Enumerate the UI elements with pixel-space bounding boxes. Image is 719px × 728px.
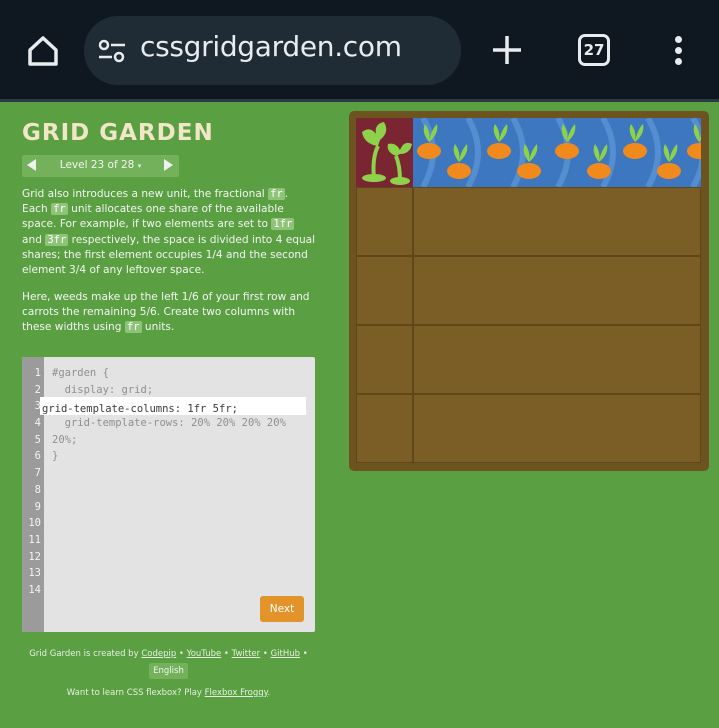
- language-selector[interactable]: English: [149, 663, 188, 679]
- soil-cell: [413, 325, 701, 394]
- carrot-icons: [417, 124, 701, 179]
- line-number: 13: [28, 567, 41, 580]
- code-line: #garden {: [52, 367, 109, 379]
- credits: Grid Garden is created by Codepip • YouT…: [22, 647, 315, 679]
- css-answer-input[interactable]: [40, 400, 304, 418]
- instructions-paragraph-2: Here, weeds make up the left 1/6 of your…: [22, 291, 310, 334]
- toolbar-divider: [0, 99, 719, 102]
- code-line: display: grid;: [52, 383, 154, 396]
- twitter-link[interactable]: Twitter: [232, 649, 261, 659]
- line-number: 5: [34, 433, 41, 446]
- line-number: 14: [28, 583, 41, 596]
- tab-count: 27: [583, 41, 605, 59]
- next-button[interactable]: Next: [260, 596, 304, 622]
- css-answer-field[interactable]: [40, 397, 306, 418]
- line-number: 1: [34, 367, 41, 379]
- garden-board: [356, 118, 701, 463]
- browser-toolbar: cssgridgarden.com 27: [0, 0, 719, 99]
- codepip-link[interactable]: Codepip: [141, 649, 176, 659]
- soil-cell: [356, 394, 413, 463]
- code-line: }: [52, 450, 59, 463]
- more-menu-icon[interactable]: [672, 36, 684, 66]
- code-line: 20%;: [52, 433, 78, 446]
- tabs-icon[interactable]: 27: [578, 34, 610, 66]
- next-level-icon[interactable]: [164, 159, 173, 171]
- instructions-paragraph-1: Grid also introduces a new unit, the fra…: [22, 188, 316, 277]
- line-number: 9: [34, 500, 41, 513]
- home-icon[interactable]: [26, 34, 60, 68]
- line-number: 11: [28, 533, 41, 546]
- flexbox-froggy-link[interactable]: Flexbox Froggy: [205, 688, 268, 698]
- line-number: 12: [28, 550, 41, 563]
- soil-cell: [413, 256, 701, 325]
- soil-cell: [356, 256, 413, 325]
- new-tab-icon[interactable]: [490, 33, 524, 67]
- flexbox-promo: Want to learn CSS flexbox? Play Flexbox …: [66, 688, 271, 698]
- weed-icon: [362, 122, 412, 185]
- level-selector[interactable]: Level 23 of 28 ▾: [22, 155, 179, 177]
- line-number: 7: [34, 467, 41, 480]
- soil-cell: [413, 394, 701, 463]
- weed-cell: [356, 118, 413, 187]
- line-number: 10: [28, 517, 41, 530]
- soil-cell: [356, 325, 413, 394]
- level-indicator[interactable]: Level 23 of 28 ▾: [22, 159, 179, 171]
- line-number: 6: [34, 450, 41, 463]
- site-settings-icon[interactable]: [98, 38, 126, 64]
- line-number: 8: [34, 483, 41, 496]
- youtube-link[interactable]: YouTube: [187, 649, 222, 659]
- github-link[interactable]: GitHub: [271, 649, 300, 659]
- soil-cell: [356, 187, 413, 256]
- url-text[interactable]: cssgridgarden.com: [140, 30, 402, 63]
- line-number: 2: [34, 383, 41, 396]
- carrot-target-area: [413, 118, 701, 187]
- soil-cell: [413, 187, 701, 256]
- page-title: GRID GARDEN: [22, 120, 214, 146]
